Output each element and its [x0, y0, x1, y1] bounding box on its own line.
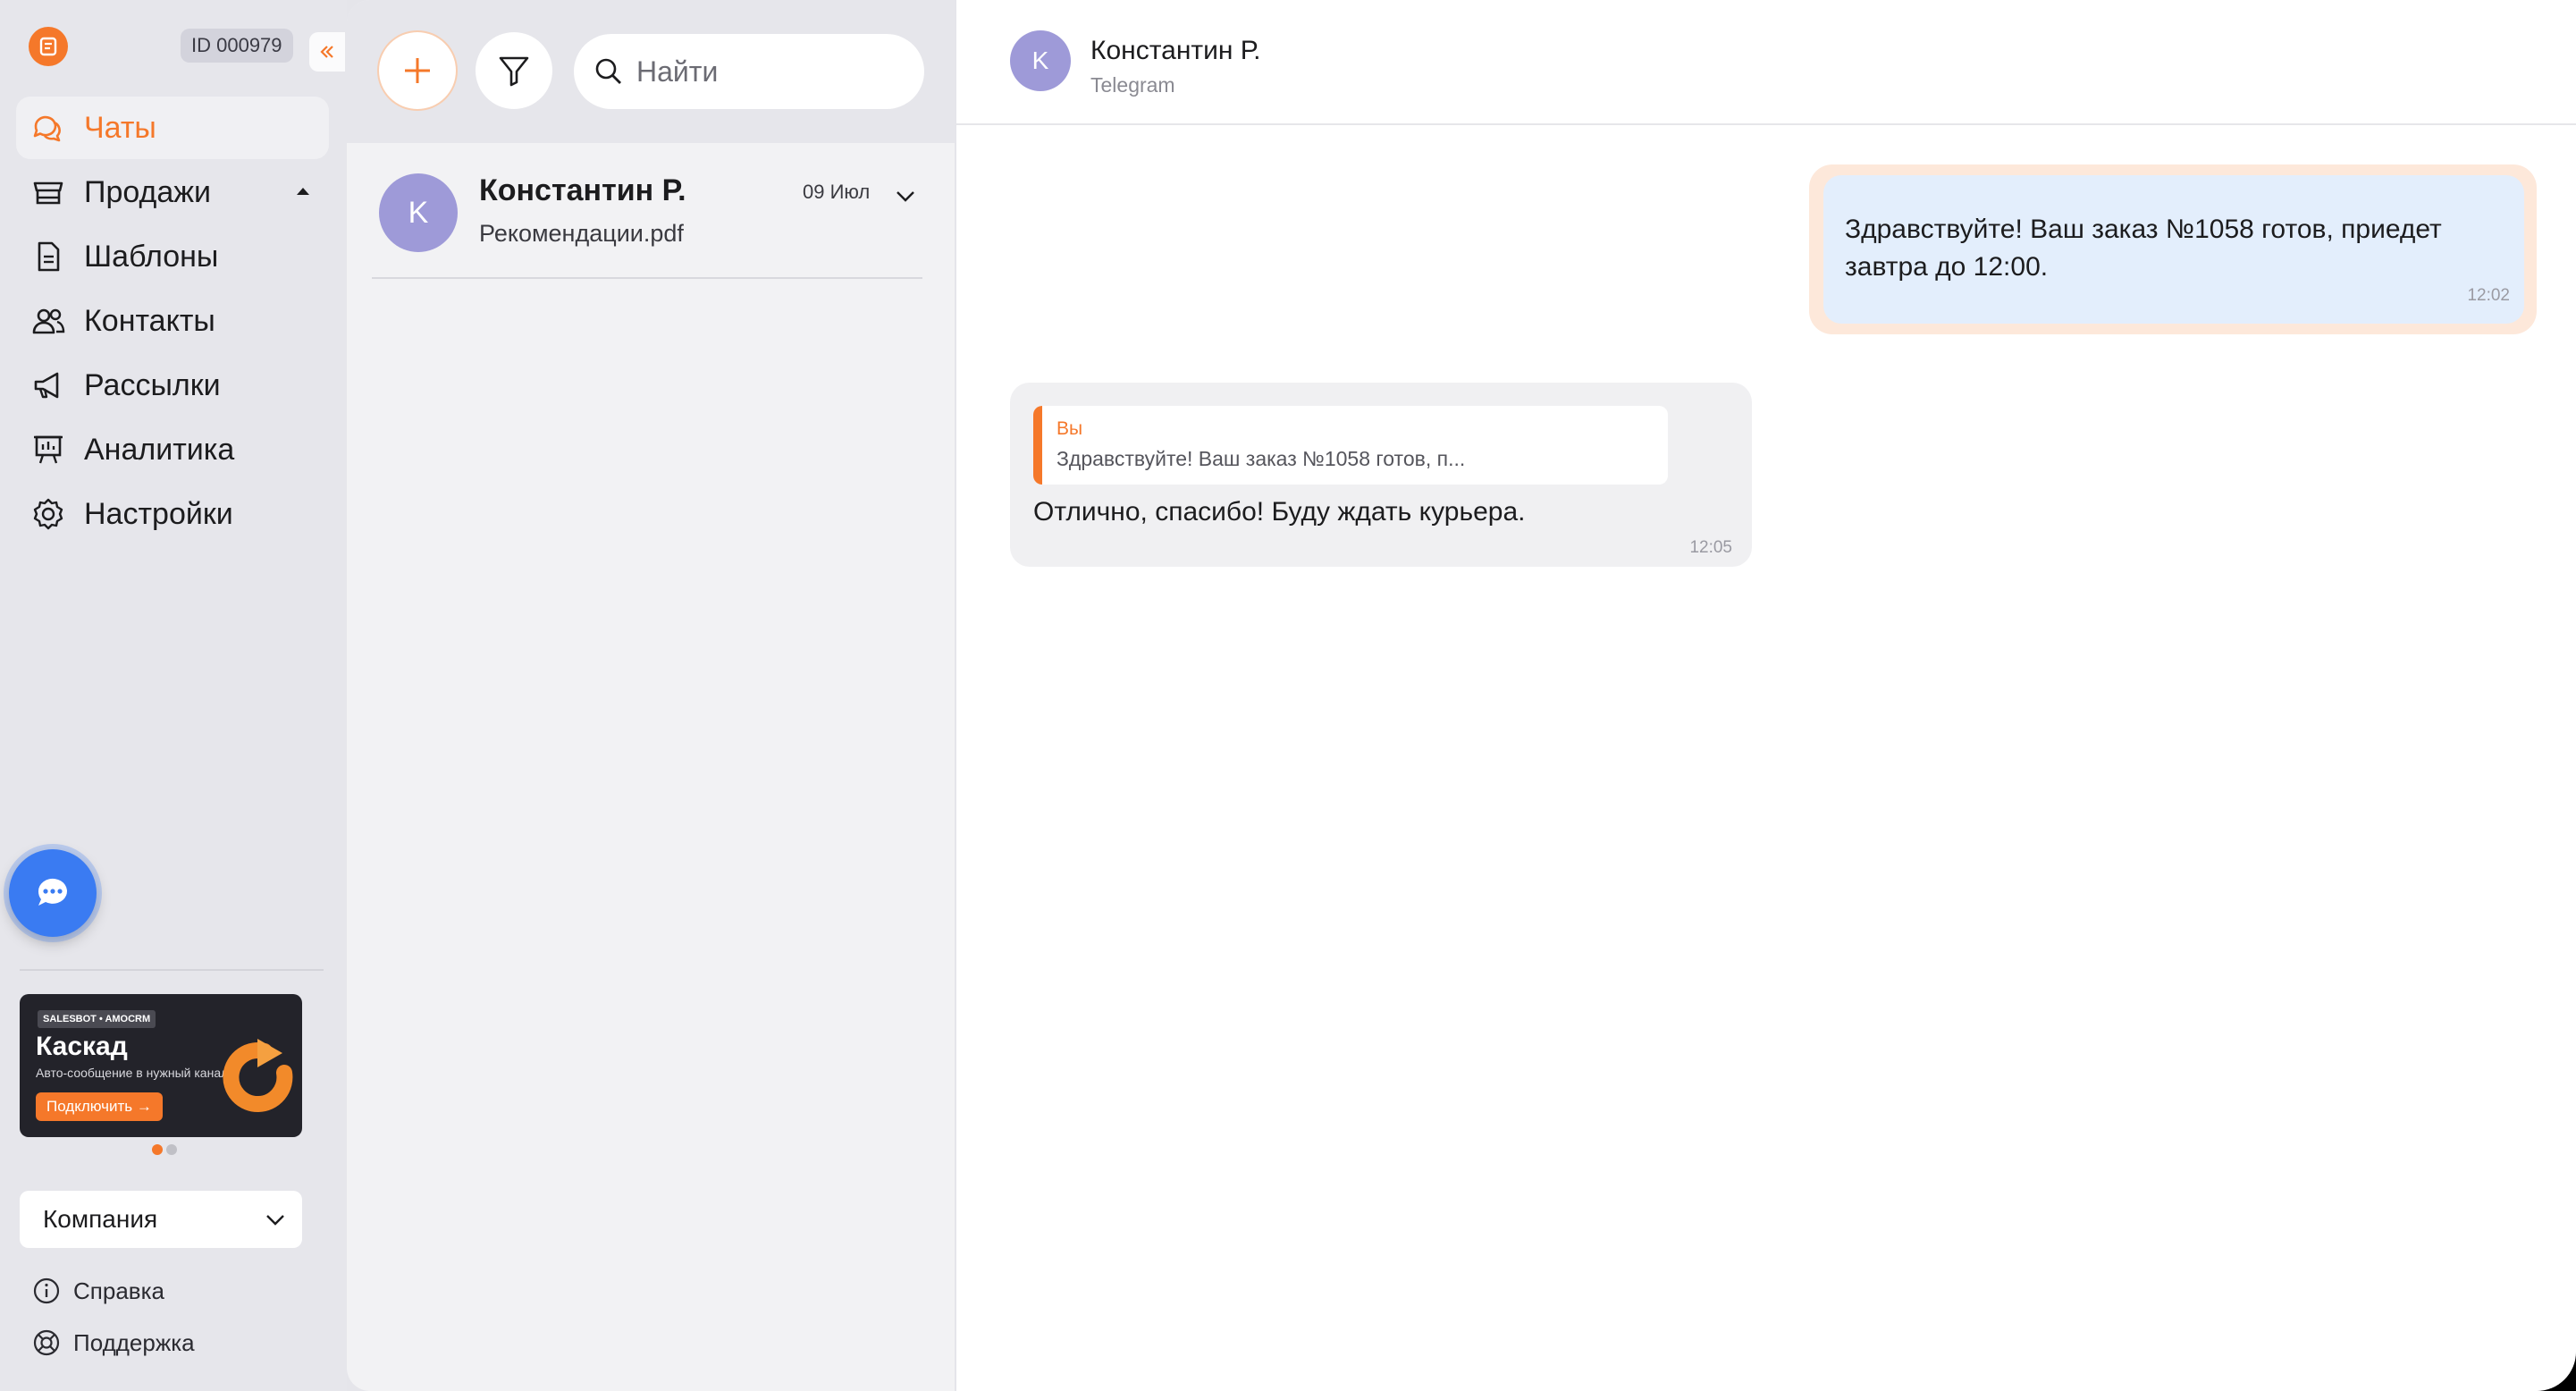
- quote-author: Вы: [1056, 418, 1083, 439]
- pagination-dot[interactable]: [166, 1144, 177, 1155]
- banner-title: Каскад: [36, 1032, 128, 1061]
- nav-item-label: Шаблоны: [84, 239, 219, 274]
- chat-last-message: Рекомендации.pdf: [479, 220, 684, 247]
- banner-subtitle: Авто-сообщение в нужный канал: [36, 1066, 229, 1080]
- banner-pagination: [152, 1144, 177, 1155]
- info-icon: [32, 1277, 61, 1305]
- chevron-down-icon[interactable]: [892, 182, 919, 209]
- nav-item-label: Настройки: [84, 496, 233, 531]
- incoming-message[interactable]: Вы Здравствуйте! Ваш заказ №1058 готов, …: [1010, 383, 1752, 567]
- chevron-down-icon: [266, 1215, 284, 1226]
- help-link-label: Справка: [73, 1277, 164, 1304]
- lifebuoy-icon: [32, 1328, 61, 1357]
- message-time: 12:02: [2467, 286, 2510, 305]
- support-chat-button[interactable]: [9, 849, 97, 937]
- banner-connect-button[interactable]: Подключить →: [36, 1092, 163, 1121]
- collapse-sidebar-button[interactable]: [309, 32, 345, 72]
- main-nav: Чаты Продажи Шаблоны Контакты Рассылки А…: [16, 97, 329, 547]
- search-input[interactable]: [636, 55, 905, 89]
- nav-item-mailings[interactable]: Рассылки: [16, 354, 329, 417]
- search-icon: [595, 58, 621, 84]
- conversation-header: K Константин Р. Telegram: [956, 0, 2576, 125]
- nav-item-analytics[interactable]: Аналитика: [16, 418, 329, 481]
- message-text: Здравствуйте! Ваш заказ №1058 готов, при…: [1845, 215, 2442, 282]
- help-link[interactable]: Справка: [32, 1273, 164, 1309]
- avatar[interactable]: K: [1010, 30, 1071, 91]
- quote-text: Здравствуйте! Ваш заказ №1058 готов, п..…: [1056, 447, 1466, 470]
- reply-quote[interactable]: Вы Здравствуйте! Ваш заказ №1058 готов, …: [1033, 406, 1668, 485]
- plus-icon: [405, 58, 430, 83]
- new-chat-button[interactable]: [379, 32, 456, 109]
- sidebar-divider: [20, 969, 324, 971]
- conversation-contact-name[interactable]: Константин Р.: [1090, 36, 1260, 66]
- support-link[interactable]: Поддержка: [32, 1325, 195, 1361]
- outgoing-message[interactable]: Здравствуйте! Ваш заказ №1058 готов, при…: [1823, 175, 2524, 324]
- pagination-dot-active[interactable]: [152, 1144, 163, 1155]
- curved-arrow-icon: [223, 1039, 293, 1112]
- contacts-icon: [29, 301, 68, 341]
- banner-tag: SALESBOT • AMOCRM: [38, 1010, 156, 1028]
- nav-item-label: Продажи: [84, 174, 211, 209]
- conversation-channel: Telegram: [1090, 73, 1175, 97]
- chat-date: 09 Июл: [803, 181, 871, 203]
- nav-item-chats[interactable]: Чаты: [16, 97, 329, 159]
- message-text: Отлично, спасибо! Буду ждать курьера.: [1033, 497, 1526, 527]
- nav-item-label: Чаты: [84, 110, 156, 145]
- chat-contact-name: Константин Р.: [479, 173, 686, 207]
- promo-banner[interactable]: SALESBOT • AMOCRM Каскад Авто-сообщение …: [20, 994, 302, 1137]
- quote-accent-bar: [1033, 406, 1042, 485]
- nav-item-settings[interactable]: Настройки: [16, 483, 329, 545]
- filter-button[interactable]: [476, 32, 552, 109]
- chat-list-panel: K Константин Р. Рекомендации.pdf 09 Июл: [347, 0, 955, 1391]
- nav-item-label: Контакты: [84, 303, 215, 338]
- support-link-label: Поддержка: [73, 1328, 195, 1356]
- company-select[interactable]: Компания: [20, 1191, 302, 1248]
- nav-item-label: Рассылки: [84, 367, 221, 402]
- caret-up-icon: [297, 188, 309, 195]
- company-select-value: Компания: [43, 1205, 158, 1233]
- outgoing-message-highlight: Здравствуйте! Ваш заказ №1058 готов, при…: [1809, 164, 2537, 334]
- nav-item-contacts[interactable]: Контакты: [16, 290, 329, 352]
- analytics-icon: [29, 430, 68, 469]
- logo-icon: [39, 37, 57, 56]
- search-box[interactable]: [574, 34, 924, 109]
- message-time: 12:05: [1689, 538, 1732, 557]
- account-id-badge: ID 000979: [181, 29, 293, 63]
- gear-icon: [29, 494, 68, 534]
- store-icon: [29, 173, 68, 212]
- nav-item-templates[interactable]: Шаблоны: [16, 225, 329, 288]
- chat-bubble-icon: [38, 878, 67, 906]
- nav-item-sales[interactable]: Продажи: [16, 161, 329, 223]
- conversation-panel: K Константин Р. Telegram Здравствуйте! В…: [956, 0, 2576, 1391]
- double-chevron-left-icon: [320, 46, 333, 58]
- chat-list-toolbar: [347, 0, 955, 143]
- app-logo[interactable]: [29, 27, 68, 66]
- chat-list-item[interactable]: K Константин Р. Рекомендации.pdf 09 Июл: [372, 157, 922, 279]
- chats-icon: [29, 108, 68, 148]
- megaphone-icon: [29, 366, 68, 405]
- avatar: K: [379, 173, 458, 252]
- filter-icon: [499, 56, 529, 87]
- nav-item-label: Аналитика: [84, 432, 235, 467]
- document-icon: [29, 237, 68, 276]
- sidebar: ID 000979 Чаты Продажи Шаблоны Контакты …: [0, 0, 347, 1391]
- app-window: ID 000979 Чаты Продажи Шаблоны Контакты …: [0, 0, 2576, 1391]
